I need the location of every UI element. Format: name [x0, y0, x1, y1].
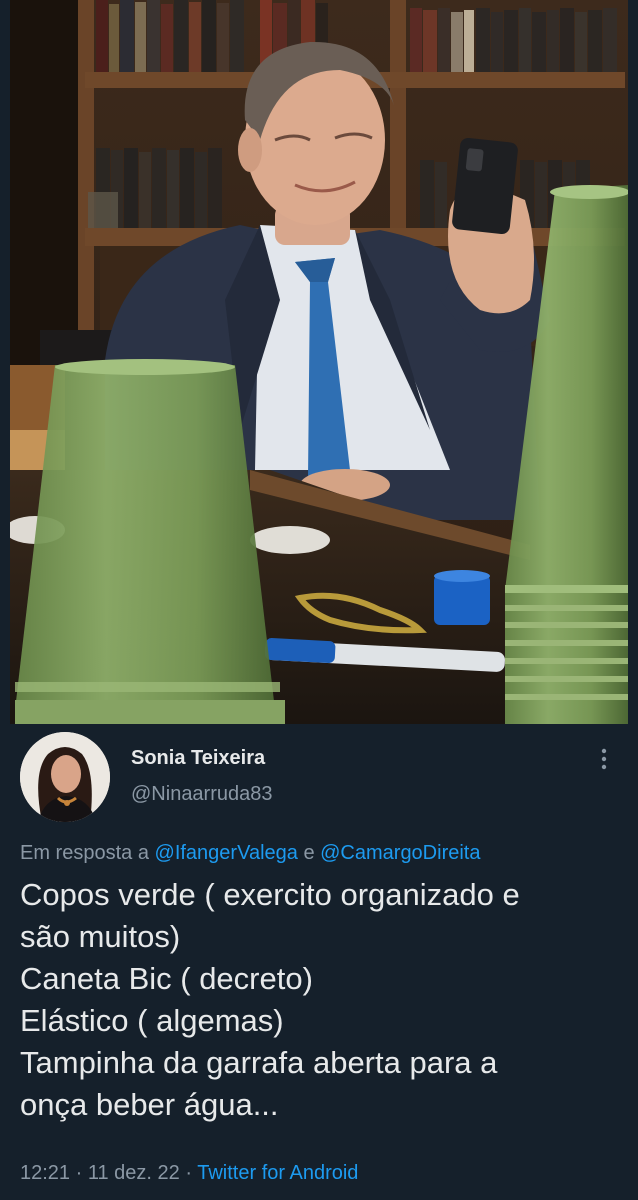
bottle-cap: [434, 575, 490, 625]
tweet-time[interactable]: 12:21: [20, 1162, 70, 1184]
reply-prefix: Em resposta a: [20, 842, 149, 864]
tweet-text-line: são muitos): [20, 919, 181, 954]
tweet-photo[interactable]: [10, 0, 628, 724]
photo-illustration: [10, 0, 628, 724]
user-handle[interactable]: @Ninaarruda83: [131, 782, 273, 806]
reply-mention-ifangervalega[interactable]: @IfangerValega: [155, 842, 298, 864]
avatar[interactable]: [20, 732, 110, 822]
tweet-text-line: Caneta Bic ( decreto): [20, 961, 313, 996]
reply-joiner: e: [303, 842, 315, 864]
tweet-text-line: Elástico ( algemas): [20, 1003, 284, 1038]
meta-separator: ·: [75, 1162, 83, 1184]
phone: [452, 138, 518, 234]
screenshot-page: Sonia Teixeira @Ninaarruda83 Em resposta…: [0, 0, 638, 1200]
saucer: [250, 526, 330, 554]
more-vertical-icon[interactable]: [592, 744, 616, 774]
tweet-meta: 12:21 · 11 dez. 22 · Twitter for Android: [20, 1160, 358, 1186]
reply-context: Em resposta a @IfangerValega e @CamargoD…: [20, 840, 480, 866]
tweet-text-line: Copos verde ( exercito organizado e: [20, 877, 520, 912]
tweet-source[interactable]: Twitter for Android: [197, 1162, 358, 1184]
tweet-date[interactable]: 11 dez. 22: [88, 1162, 180, 1184]
avatar-image: [20, 732, 110, 822]
tweet-text-line: Tampinha da garrafa aberta para a: [20, 1045, 498, 1080]
tweet-text: Copos verde ( exercito organizado e são …: [20, 874, 620, 1126]
display-name[interactable]: Sonia Teixeira: [131, 746, 265, 770]
meta-separator: ·: [185, 1162, 193, 1184]
tweet-text-line: onça beber água...: [20, 1087, 279, 1122]
reply-mention-camargodireita[interactable]: @CamargoDireita: [320, 842, 480, 864]
tweet: Sonia Teixeira @Ninaarruda83 Em resposta…: [0, 724, 638, 1200]
